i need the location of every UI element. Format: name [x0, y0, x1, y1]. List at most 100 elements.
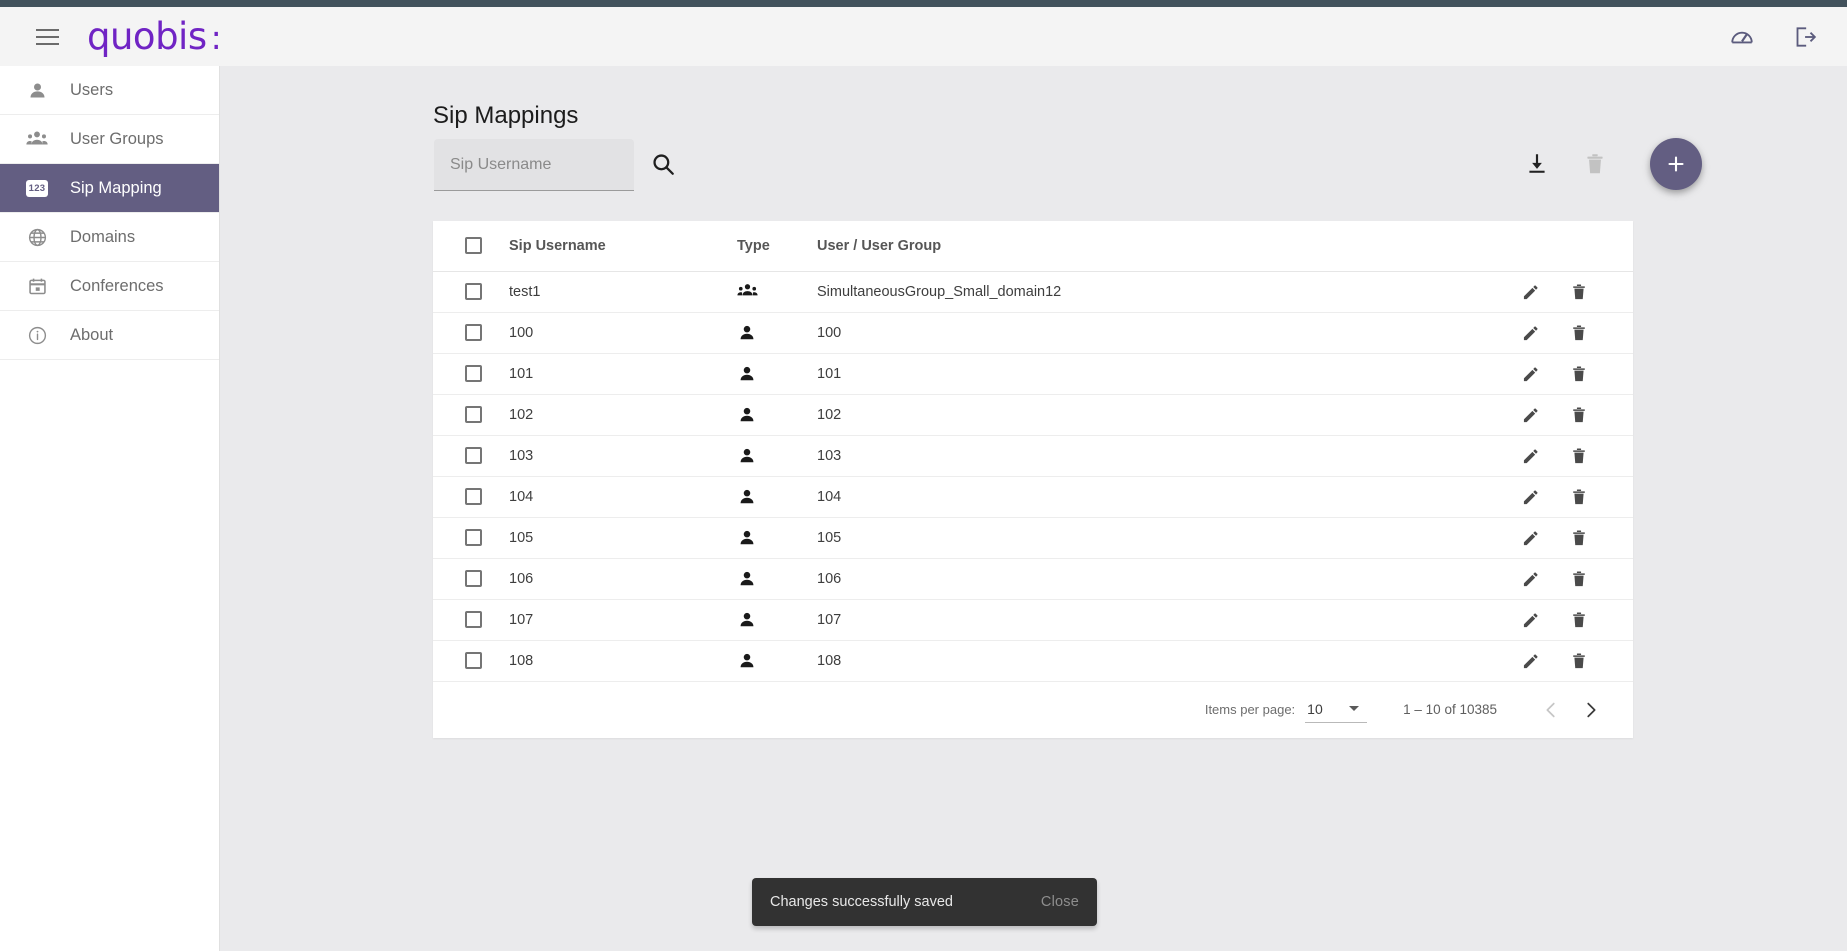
top-accent-strip	[0, 0, 1847, 7]
table-body: test1 SimultaneousGroup_Small_domain12 100…	[433, 271, 1633, 682]
row-checkbox[interactable]	[465, 570, 482, 587]
column-header-actions	[1503, 221, 1633, 272]
table-row[interactable]: 106 106	[433, 558, 1633, 600]
brand-logo: quobis:	[87, 15, 222, 58]
cell-sip-username: test1	[509, 271, 737, 313]
person-icon	[737, 364, 817, 384]
row-checkbox[interactable]	[465, 529, 482, 546]
hamburger-menu-icon[interactable]	[32, 22, 62, 52]
pencil-icon[interactable]	[1521, 405, 1541, 425]
table-row[interactable]: 100 100	[433, 312, 1633, 354]
cell-row-actions	[1503, 517, 1633, 559]
row-checkbox[interactable]	[465, 406, 482, 423]
trash-icon[interactable]	[1569, 528, 1589, 548]
column-header-user-group[interactable]: User / User Group	[817, 221, 1503, 272]
pencil-icon[interactable]	[1521, 364, 1541, 384]
person-icon	[737, 610, 817, 630]
search-area	[434, 139, 676, 191]
trash-icon[interactable]	[1569, 651, 1589, 671]
table-row[interactable]: 102 102	[433, 394, 1633, 436]
table-row[interactable]: 108 108	[433, 640, 1633, 682]
pencil-icon[interactable]	[1521, 323, 1541, 343]
magnifier-icon[interactable]	[650, 151, 676, 177]
select-all-header	[433, 221, 509, 272]
info-icon	[26, 324, 48, 346]
table-row[interactable]: test1 SimultaneousGroup_Small_domain12	[433, 271, 1633, 313]
pencil-icon[interactable]	[1521, 651, 1541, 671]
trash-icon[interactable]	[1569, 610, 1589, 630]
cell-sip-username: 108	[509, 640, 737, 682]
search-field[interactable]	[434, 139, 634, 191]
table-row[interactable]: 104 104	[433, 476, 1633, 518]
sidebar-item-about[interactable]: About	[0, 311, 219, 360]
calendar-icon	[26, 275, 48, 297]
row-checkbox[interactable]	[465, 447, 482, 464]
row-actions	[1503, 446, 1633, 466]
pencil-icon[interactable]	[1521, 610, 1541, 630]
trash-icon[interactable]	[1569, 446, 1589, 466]
cell-row-actions	[1503, 599, 1633, 641]
row-checkbox[interactable]	[465, 611, 482, 628]
paginator: Items per page: 10 1 – 10 of 10385	[433, 682, 1633, 738]
pencil-icon[interactable]	[1521, 569, 1541, 589]
brand-name: quobis	[87, 15, 207, 58]
cell-sip-username: 103	[509, 435, 737, 477]
cell-sip-username: 105	[509, 517, 737, 559]
search-input[interactable]	[450, 155, 618, 174]
table-row[interactable]: 107 107	[433, 599, 1633, 641]
download-icon[interactable]	[1524, 151, 1550, 177]
trash-icon[interactable]	[1569, 364, 1589, 384]
logout-icon[interactable]	[1791, 24, 1817, 50]
trash-icon[interactable]	[1569, 405, 1589, 425]
snackbar-close-button[interactable]: Close	[1041, 894, 1079, 910]
cell-user-group: 108	[817, 640, 1503, 682]
column-header-sip-username[interactable]: Sip Username	[509, 221, 737, 272]
sidebar-item-sip-mapping[interactable]: 123 Sip Mapping	[0, 164, 219, 213]
trash-icon[interactable]	[1569, 569, 1589, 589]
pencil-icon[interactable]	[1521, 282, 1541, 302]
items-per-page-select[interactable]: 10	[1305, 697, 1368, 723]
person-icon	[737, 528, 817, 548]
trash-icon[interactable]	[1569, 487, 1589, 507]
app-header: quobis:	[0, 7, 1847, 66]
cell-user-group: 101	[817, 353, 1503, 395]
row-actions	[1503, 487, 1633, 507]
pencil-icon[interactable]	[1521, 446, 1541, 466]
cell-row-actions	[1503, 271, 1633, 313]
cell-user-group: 105	[817, 517, 1503, 559]
items-per-page-value: 10	[1307, 700, 1323, 717]
row-checkbox[interactable]	[465, 488, 482, 505]
sidebar-item-conferences[interactable]: Conferences	[0, 262, 219, 311]
row-actions	[1503, 610, 1633, 630]
row-actions	[1503, 569, 1633, 589]
sidebar-item-label: User Groups	[70, 129, 164, 148]
add-sip-mapping-button[interactable]	[1650, 138, 1702, 190]
app-root: quobis: Users User Groups 123 Sip Mappin…	[0, 0, 1847, 951]
trash-icon[interactable]	[1569, 323, 1589, 343]
cell-type	[737, 435, 817, 477]
table-row[interactable]: 101 101	[433, 353, 1633, 395]
table-row[interactable]: 103 103	[433, 435, 1633, 477]
trash-icon[interactable]	[1569, 282, 1589, 302]
table-row[interactable]: 105 105	[433, 517, 1633, 559]
person-icon	[26, 79, 48, 101]
select-all-checkbox[interactable]	[465, 237, 482, 255]
person-icon	[737, 446, 817, 466]
row-checkbox[interactable]	[465, 652, 482, 669]
sidebar-item-domains[interactable]: Domains	[0, 213, 219, 262]
row-select-cell	[433, 640, 509, 682]
pencil-icon[interactable]	[1521, 487, 1541, 507]
group-icon	[737, 281, 817, 302]
sidebar-item-user-groups[interactable]: User Groups	[0, 115, 219, 164]
column-header-type[interactable]: Type	[737, 221, 817, 272]
row-checkbox[interactable]	[465, 324, 482, 341]
speedometer-icon[interactable]	[1729, 24, 1755, 50]
chevron-right-icon[interactable]	[1571, 690, 1611, 730]
row-checkbox[interactable]	[465, 365, 482, 382]
cell-type	[737, 599, 817, 641]
header-actions	[1729, 24, 1817, 50]
row-checkbox[interactable]	[465, 283, 482, 300]
row-select-cell	[433, 435, 509, 477]
pencil-icon[interactable]	[1521, 528, 1541, 548]
sidebar-item-users[interactable]: Users	[0, 66, 219, 115]
